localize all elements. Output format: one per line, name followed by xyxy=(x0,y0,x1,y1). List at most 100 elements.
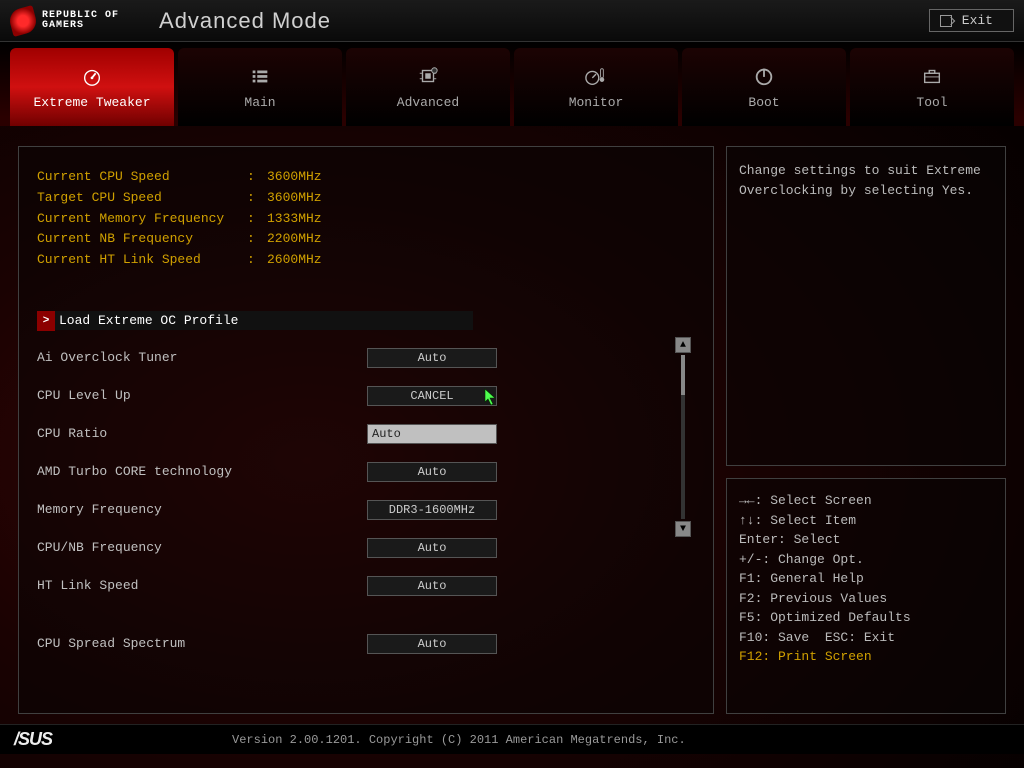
setting-row-cpu-spread-spectrum[interactable]: CPU Spread SpectrumAuto xyxy=(37,633,695,655)
power-icon xyxy=(751,65,777,87)
setting-label: Ai Overclock Tuner xyxy=(37,350,367,365)
stat-label: Current NB Frequency xyxy=(37,229,247,250)
setting-label: AMD Turbo CORE technology xyxy=(37,464,367,479)
exit-icon xyxy=(940,15,952,27)
setting-row-cpu-ratio[interactable]: CPU RatioAuto xyxy=(37,423,695,445)
stat-colon: : xyxy=(247,250,267,271)
setting-label: HT Link Speed xyxy=(37,578,367,593)
rog-logo: REPUBLIC OF GAMERS xyxy=(10,8,119,34)
stat-row: Current CPU Speed:3600MHz xyxy=(37,167,695,188)
main-panel: Current CPU Speed:3600MHzTarget CPU Spee… xyxy=(18,146,714,714)
stat-colon: : xyxy=(247,167,267,188)
key-hint: ↑↓: Select Item xyxy=(739,511,993,531)
setting-label: Memory Frequency xyxy=(37,502,367,517)
brand-line1: REPUBLIC OF xyxy=(42,11,119,21)
setting-row-cpu-nb-frequency[interactable]: CPU/NB FrequencyAuto xyxy=(37,537,695,559)
setting-row-memory-frequency[interactable]: Memory FrequencyDDR3-1600MHz xyxy=(37,499,695,521)
setting-row-amd-turbo-core-technology[interactable]: AMD Turbo CORE technologyAuto xyxy=(37,461,695,483)
stat-value: 3600MHz xyxy=(267,167,322,188)
stat-row: Current HT Link Speed:2600MHz xyxy=(37,250,695,271)
stat-label: Target CPU Speed xyxy=(37,188,247,209)
help-text-box: Change settings to suit Extreme Overcloc… xyxy=(726,146,1006,466)
setting-label: CPU Ratio xyxy=(37,426,367,441)
stat-label: Current HT Link Speed xyxy=(37,250,247,271)
toolbox-icon xyxy=(919,65,945,87)
tab-advanced[interactable]: Advanced xyxy=(346,48,510,126)
thermometer-icon xyxy=(583,65,609,87)
tab-main[interactable]: Main xyxy=(178,48,342,126)
tab-monitor[interactable]: Monitor xyxy=(514,48,678,126)
key-hint: F5: Optimized Defaults xyxy=(739,608,993,628)
stat-value: 2600MHz xyxy=(267,250,322,271)
list-icon xyxy=(247,65,273,87)
setting-value-dropdown[interactable]: DDR3-1600MHz xyxy=(367,500,497,520)
help-text: Change settings to suit Extreme Overcloc… xyxy=(739,163,981,198)
header-bar: REPUBLIC OF GAMERS Advanced Mode Exit xyxy=(0,0,1024,42)
gauge-icon xyxy=(79,65,105,87)
system-stats: Current CPU Speed:3600MHzTarget CPU Spee… xyxy=(37,167,695,271)
setting-label: CPU Spread Spectrum xyxy=(37,636,367,651)
submenu-arrow-icon: > xyxy=(37,311,55,331)
content-area: Current CPU Speed:3600MHzTarget CPU Spee… xyxy=(0,126,1024,724)
scroll-thumb[interactable] xyxy=(681,355,685,395)
scroll-down-button[interactable]: ▼ xyxy=(675,521,691,537)
key-hint: F12: Print Screen xyxy=(739,647,993,667)
stat-colon: : xyxy=(247,188,267,209)
setting-value-dropdown[interactable]: Auto xyxy=(367,576,497,596)
scrollbar[interactable]: ▲ ▼ xyxy=(675,337,691,537)
setting-value-dropdown[interactable]: Auto xyxy=(367,348,497,368)
key-hint: F2: Previous Values xyxy=(739,589,993,609)
stat-row: Target CPU Speed:3600MHz xyxy=(37,188,695,209)
stat-row: Current Memory Frequency:1333MHz xyxy=(37,209,695,230)
rog-eye-icon xyxy=(7,5,39,37)
exit-button[interactable]: Exit xyxy=(929,9,1014,32)
setting-row-cpu-level-up[interactable]: CPU Level UpCANCEL xyxy=(37,385,695,407)
asus-logo: /SUS xyxy=(14,729,52,750)
copyright-text: Version 2.00.1201. Copyright (C) 2011 Am… xyxy=(232,733,686,747)
load-oc-profile-item[interactable]: > Load Extreme OC Profile xyxy=(37,311,479,331)
side-panel: Change settings to suit Extreme Overcloc… xyxy=(726,146,1006,714)
key-hint: Enter: Select xyxy=(739,530,993,550)
chip-icon xyxy=(415,65,441,87)
key-hint: F10: Save ESC: Exit xyxy=(739,628,993,648)
footer-bar: /SUS Version 2.00.1201. Copyright (C) 20… xyxy=(0,724,1024,754)
tab-label: Monitor xyxy=(569,95,624,110)
setting-value-dropdown[interactable]: CANCEL xyxy=(367,386,497,406)
settings-list: Ai Overclock TunerAutoCPU Level UpCANCEL… xyxy=(37,347,695,655)
tab-extreme-tweaker[interactable]: Extreme Tweaker xyxy=(10,48,174,126)
setting-label: CPU/NB Frequency xyxy=(37,540,367,555)
key-hint: +/-: Change Opt. xyxy=(739,550,993,570)
page-title: Advanced Mode xyxy=(159,8,331,34)
setting-value-dropdown[interactable]: Auto xyxy=(367,538,497,558)
setting-value-dropdown[interactable]: Auto xyxy=(367,634,497,654)
submenu-label: Load Extreme OC Profile xyxy=(55,311,473,330)
key-hint: →←: Select Screen xyxy=(739,491,993,511)
setting-value-dropdown[interactable]: Auto xyxy=(367,462,497,482)
brand-line2: GAMERS xyxy=(42,21,119,31)
stat-colon: : xyxy=(247,209,267,230)
tab-label: Main xyxy=(244,95,275,110)
scroll-up-button[interactable]: ▲ xyxy=(675,337,691,353)
stat-value: 1333MHz xyxy=(267,209,322,230)
tab-label: Advanced xyxy=(397,95,459,110)
stat-colon: : xyxy=(247,229,267,250)
key-hints-box: →←: Select Screen↑↓: Select ItemEnter: S… xyxy=(726,478,1006,714)
tab-label: Boot xyxy=(748,95,779,110)
setting-row-ai-overclock-tuner[interactable]: Ai Overclock TunerAuto xyxy=(37,347,695,369)
setting-row-ht-link-speed[interactable]: HT Link SpeedAuto xyxy=(37,575,695,597)
tab-tool[interactable]: Tool xyxy=(850,48,1014,126)
setting-label: CPU Level Up xyxy=(37,388,367,403)
tab-boot[interactable]: Boot xyxy=(682,48,846,126)
tab-bar: Extreme Tweaker Main Advanced Monitor Boot To… xyxy=(0,42,1024,126)
stat-label: Current CPU Speed xyxy=(37,167,247,188)
tab-label: Tool xyxy=(916,95,947,110)
stat-value: 2200MHz xyxy=(267,229,322,250)
stat-row: Current NB Frequency:2200MHz xyxy=(37,229,695,250)
scroll-track[interactable] xyxy=(681,355,685,519)
stat-label: Current Memory Frequency xyxy=(37,209,247,230)
stat-value: 3600MHz xyxy=(267,188,322,209)
setting-value-dropdown[interactable]: Auto xyxy=(367,424,497,444)
tab-label: Extreme Tweaker xyxy=(33,95,150,110)
key-hint: F1: General Help xyxy=(739,569,993,589)
exit-label: Exit xyxy=(962,13,993,28)
